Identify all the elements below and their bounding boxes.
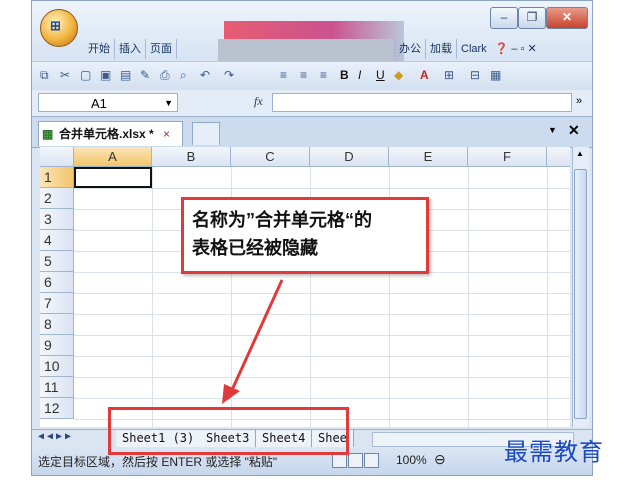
annotation-arrow	[222, 279, 284, 404]
arrow-line	[230, 279, 284, 391]
arrow-head	[222, 384, 240, 404]
watermark-text: 最需教育	[504, 438, 604, 466]
